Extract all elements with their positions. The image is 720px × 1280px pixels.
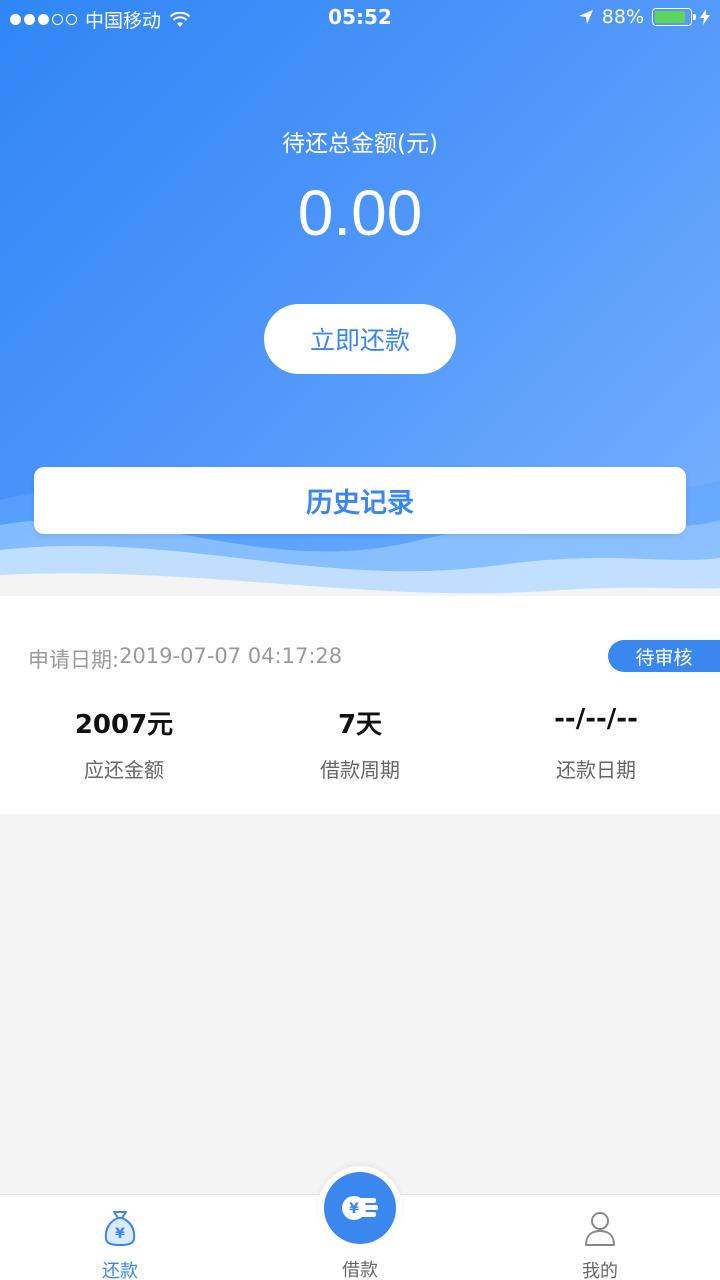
stat-label: 还款日期: [556, 758, 636, 782]
apply-date-row: 申请日期: 2019-07-07 04:17:28: [28, 644, 342, 674]
stat-repay-date: --/--/-- 还款日期: [472, 704, 720, 783]
user-icon: [585, 1212, 615, 1246]
borrow-button-circle: ¥: [324, 1172, 396, 1244]
tab-label: 还款: [102, 1261, 138, 1280]
stat-value: --/--/--: [554, 704, 638, 734]
money-bag-icon: ¥: [104, 1211, 136, 1247]
total-due-amount: 0.00: [297, 177, 423, 249]
stat-label: 应还金额: [84, 758, 164, 782]
status-badge: 待审核: [608, 640, 720, 672]
stat-value: 7天: [337, 710, 383, 740]
tab-label-borrow: 借款: [342, 1260, 378, 1280]
loan-stats: 2007元 应还金额 7天 借款周期 --/--/-- 还款日期: [0, 704, 720, 783]
stat-amount-due: 2007元 应还金额: [0, 704, 248, 783]
battery-percent: 88%: [601, 6, 644, 28]
svg-text:¥: ¥: [115, 1226, 125, 1242]
total-due-label: 待还总金额(元): [282, 131, 438, 157]
tab-repay[interactable]: ¥ 还款: [60, 1195, 180, 1280]
repay-now-button[interactable]: 立即还款: [264, 304, 456, 374]
location-arrow-icon: [578, 10, 593, 24]
charging-icon: [700, 9, 710, 25]
stat-value: 2007元: [74, 710, 174, 740]
tab-mine[interactable]: 我的: [540, 1195, 660, 1280]
apply-date-label: 申请日期:: [28, 648, 120, 672]
history-records-button[interactable]: 历史记录: [34, 467, 686, 534]
stat-label: 借款周期: [320, 758, 400, 782]
coins-icon: ¥: [342, 1196, 378, 1220]
tab-borrow[interactable]: ¥: [318, 1166, 402, 1250]
stat-loan-period: 7天 借款周期: [248, 704, 472, 783]
battery-icon: [652, 8, 696, 26]
status-bar: 中国移动 05:52 88%: [0, 0, 720, 38]
tab-label: 我的: [582, 1261, 618, 1280]
apply-date-value: 2019-07-07 04:17:28: [119, 644, 343, 668]
loan-record-card[interactable]: 申请日期: 2019-07-07 04:17:28 待审核 2007元 应还金额 …: [0, 596, 720, 814]
svg-text:¥: ¥: [349, 1201, 359, 1217]
